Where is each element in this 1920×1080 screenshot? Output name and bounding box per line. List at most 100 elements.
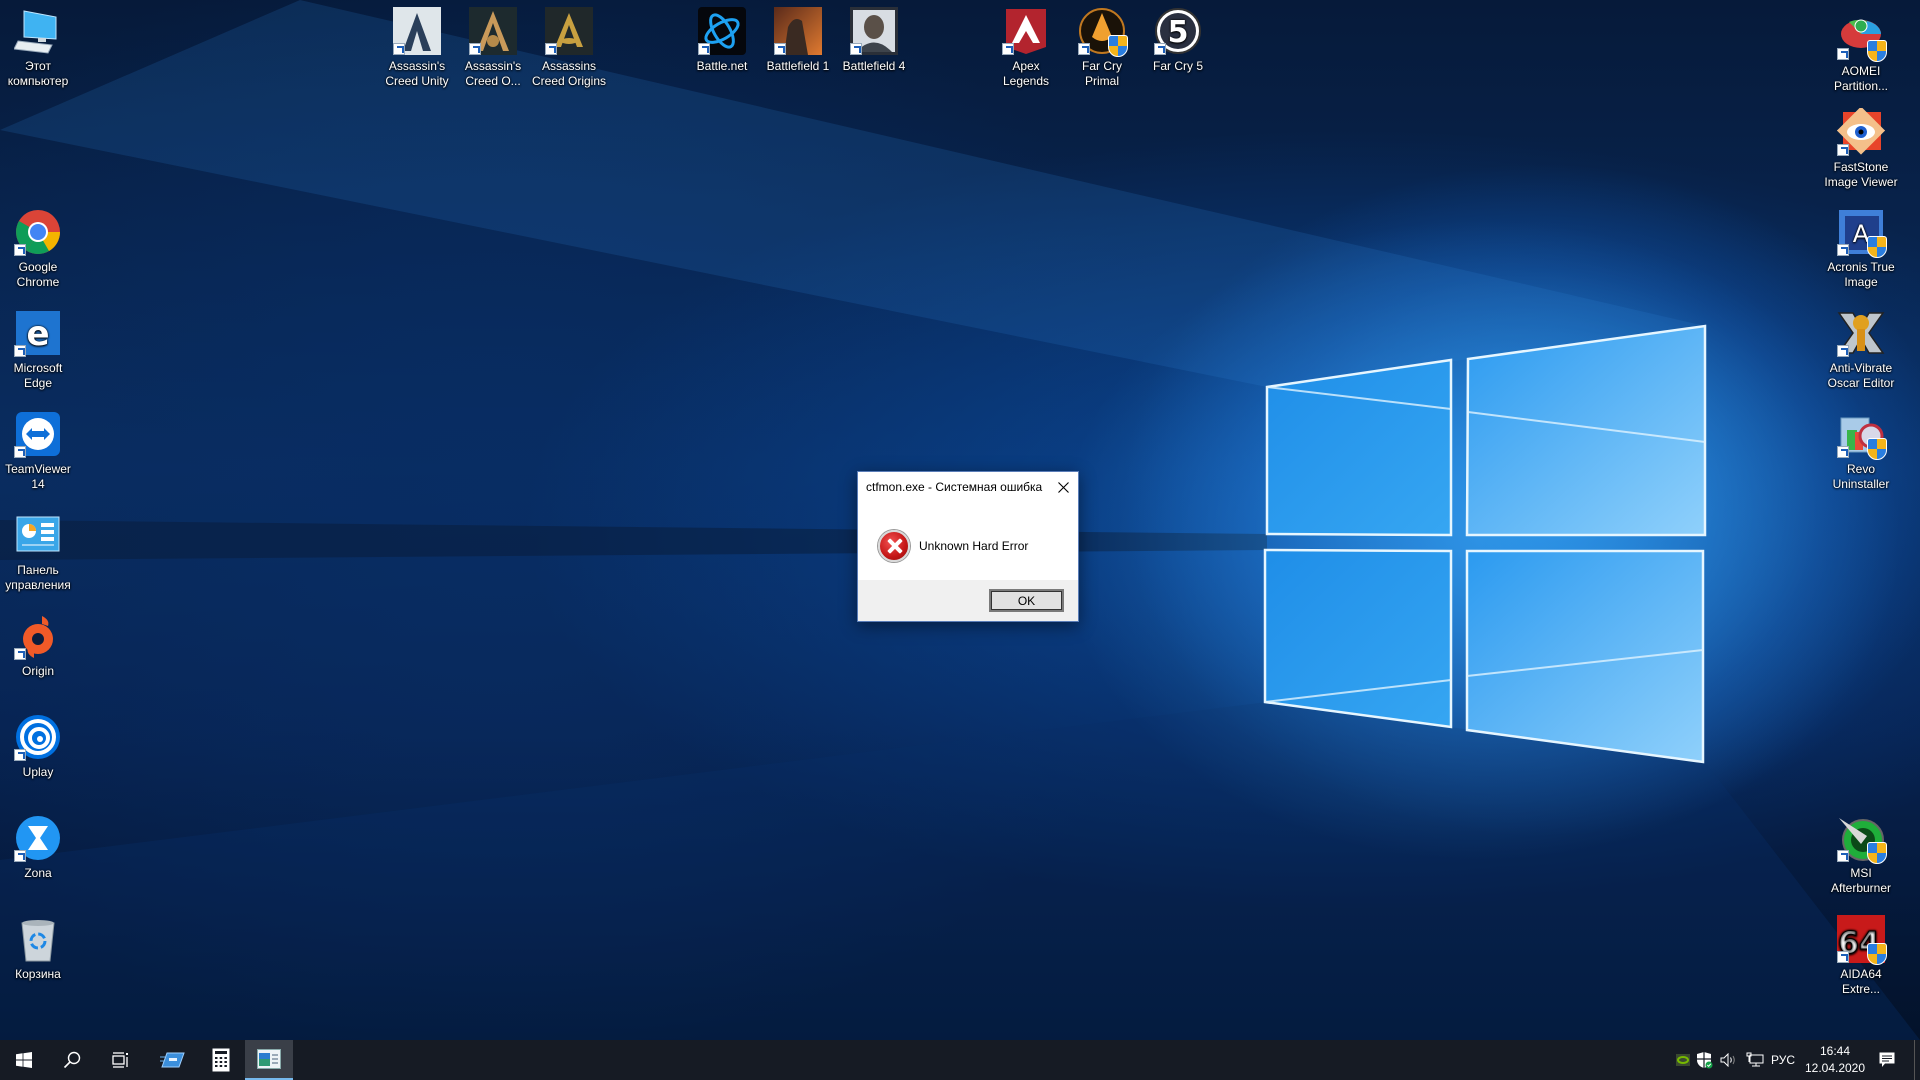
desktop-icon-label: Assassins Creed Origins [531,59,607,88]
uac-shield-icon [1867,842,1887,864]
desktop-icon-battlefield-4[interactable]: Battlefield 4 [836,7,912,74]
desktop-icon-teamviewer[interactable]: TeamViewer 14 [0,410,76,492]
faststone-image-viewer-icon [1836,106,1886,156]
shortcut-arrow-icon [1837,244,1849,256]
shortcut-arrow-icon [14,244,26,256]
show-desktop-button[interactable] [1914,1040,1920,1080]
desktop-icon-faststone-image-viewer[interactable]: FastStone Image Viewer [1823,106,1899,190]
desktop-icon-label: Корзина [15,967,61,981]
ok-button[interactable]: OK [989,589,1064,612]
shortcut-arrow-icon [1837,951,1849,963]
desktop-icon-far-cry-primal[interactable]: Far Cry Primal [1064,7,1140,89]
uac-shield-icon [1867,236,1887,258]
logo-pane-top-right [1465,324,1707,537]
desktop-icon-battlefield-1[interactable]: Battlefield 1 [760,7,836,74]
desktop-icon-label: Google Chrome [16,260,60,289]
shortcut-arrow-icon [545,43,557,55]
acronis-true-image-icon: A [1837,208,1887,258]
action-center-icon [1879,1052,1895,1067]
assassins-creed-odyssey-icon [469,7,517,55]
desktop-icon-assassins-creed-origins[interactable]: Assassins Creed Origins [531,7,607,89]
desktop-icon-label: TeamViewer 14 [5,462,71,491]
desktop-icon-far-cry-5[interactable]: 5 Far Cry 5 [1140,7,1216,74]
dialog-titlebar[interactable]: ctfmon.exe - Системная ошибка [858,472,1078,502]
desktop-icon-this-pc[interactable]: Этот компьютер [0,7,76,89]
uac-shield-icon [1867,943,1887,965]
desktop-icon-microsoft-edge[interactable]: e Microsoft Edge [0,309,76,391]
volume-icon [1720,1053,1735,1067]
dialog-message: Unknown Hard Error [919,539,1029,553]
desktop-icon-assassins-creed-unity[interactable]: Assassin's Creed Unity [379,7,455,89]
desktop-icon-label: FastStone Image Viewer [1824,160,1898,189]
desktop-icon-label: Uplay [22,765,54,779]
desktop-icon-label: Zona [24,866,52,880]
far-cry-5-icon: 5 [1154,7,1202,55]
tray-language[interactable]: РУС [1768,1040,1798,1080]
shortcut-arrow-icon [1837,345,1849,357]
desktop-icon-aida64[interactable]: 64 AIDA64 Extre... [1823,915,1899,997]
shortcut-arrow-icon [1837,850,1849,862]
network-icon [1746,1052,1764,1067]
desktop-icon-acronis-true-image[interactable]: A Acronis True Image [1823,208,1899,290]
msi-afterburner-icon [1837,814,1887,864]
dialog-footer: OK [858,580,1078,621]
task-view-icon [112,1052,128,1068]
desktop-icon-label: Acronis True Image [1827,260,1895,289]
desktop-icon-label: Assassin's Creed O... [464,59,522,88]
logo-pane-top-left [1265,358,1453,537]
desktop-icon-zona[interactable]: Zona [0,814,76,881]
desktop-icon-recycle-bin[interactable]: Корзина [0,915,76,982]
shortcut-arrow-icon [698,43,710,55]
desktop-icon-anti-vibrate-oscar-editor[interactable]: Anti-Vibrate Oscar Editor [1823,309,1899,391]
tray-network[interactable] [1744,1040,1766,1080]
desktop[interactable]: Этот компьютер Google Chrome e Microsoft Ed… [0,0,1920,1040]
anti-vibrate-oscar-editor-icon [1837,309,1885,357]
shortcut-arrow-icon [1837,144,1849,156]
task-view-button[interactable] [96,1040,144,1080]
origin-icon [14,612,62,660]
desktop-icon-label: Battlefield 1 [766,59,830,73]
desktop-icon-google-chrome[interactable]: Google Chrome [0,208,76,290]
desktop-icon-label: Battle.net [696,59,748,73]
desktop-icon-control-panel[interactable]: Панель управления [0,511,76,593]
tray-security[interactable] [1695,1040,1715,1080]
desktop-icon-aomei-partition[interactable]: AOMEI Partition... [1823,12,1899,94]
desktop-icon-label: Apex Legends [1002,59,1050,88]
desktop-icon-origin[interactable]: Origin [0,612,76,679]
zona-icon [14,814,62,862]
shortcut-arrow-icon [850,43,862,55]
taskbar-calculator[interactable] [197,1040,245,1080]
clock-time: 16:44 [1819,1044,1851,1058]
action-center-button[interactable] [1872,1040,1902,1080]
desktop-icon-label: Anti-Vibrate Oscar Editor [1827,361,1895,390]
start-button[interactable] [0,1040,48,1080]
search-button[interactable] [48,1040,96,1080]
calculator-icon [212,1048,230,1072]
shortcut-arrow-icon [14,850,26,862]
desktop-icon-uplay[interactable]: Uplay [0,713,76,780]
desktop-icon-msi-afterburner[interactable]: MSI Afterburner [1823,814,1899,896]
windows-start-icon [16,1052,32,1068]
shortcut-arrow-icon [1154,43,1166,55]
assassins-creed-origins-icon [545,7,593,55]
taskbar-control-panel[interactable] [245,1040,293,1080]
desktop-icon-revo-uninstaller[interactable]: Revo Uninstaller [1823,410,1899,492]
taskbar-remote-desktop[interactable] [149,1040,197,1080]
close-button[interactable] [1048,472,1078,502]
uplay-icon [14,713,62,761]
desktop-icon-label: Battlefield 4 [842,59,906,73]
apex-legends-icon [1002,7,1050,55]
tray-clock[interactable]: 16:44 12.04.2020 [1800,1043,1870,1077]
battlefield-1-icon [774,7,822,55]
control-panel-icon [14,511,62,559]
desktop-icon-battle-net[interactable]: Battle.net [684,7,760,74]
desktop-icon-assassins-creed-odyssey[interactable]: Assassin's Creed O... [455,7,531,89]
shortcut-arrow-icon [774,43,786,55]
teamviewer-icon [14,410,62,458]
tray-volume[interactable] [1718,1040,1740,1080]
tray-nvidia[interactable] [1673,1040,1693,1080]
google-chrome-icon [14,208,62,256]
desktop-icon-apex-legends[interactable]: Apex Legends [988,7,1064,89]
desktop-icon-label: Far Cry 5 [1152,59,1203,73]
battle-net-icon [698,7,746,55]
